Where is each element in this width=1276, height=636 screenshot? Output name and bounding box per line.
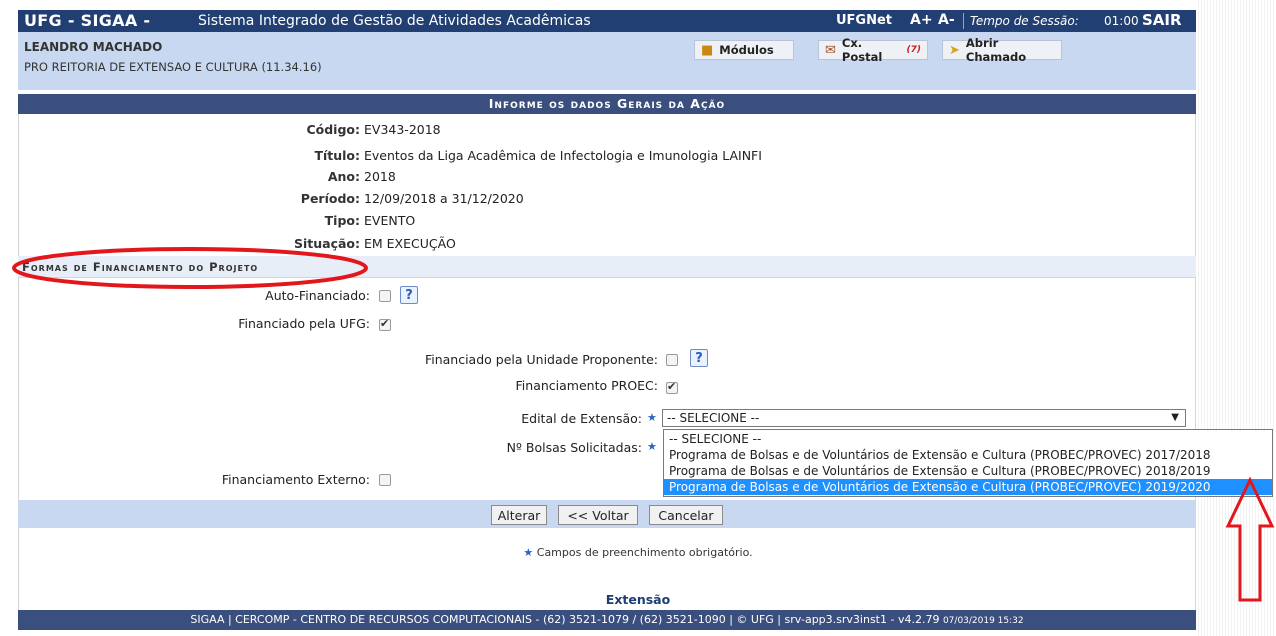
field-label-tipo: Tipo: [324,213,360,228]
user-unit: PRO REITORIA DE EXTENSAO E CULTURA (11.3… [24,60,322,74]
font-decrease-button[interactable]: A- [938,12,955,28]
unit-funded-checkbox[interactable] [666,354,678,366]
mailbox-label: Cx. Postal [841,36,883,64]
field-value-tipo: EVENTO [364,213,416,228]
modules-label: Módulos [719,43,774,57]
field-label-ano: Ano: [327,169,360,184]
edital-label: Edital de Extensão: [521,411,642,426]
external-funding-checkbox[interactable] [379,474,391,486]
self-funded-checkbox[interactable] [379,290,391,302]
button-bar: Alterar << Voltar Cancelar [18,500,1196,528]
annotation-arrow-icon [1225,476,1275,602]
user-info-panel: LEANDRO MACHADO PRO REITORIA DE EXTENSAO… [18,32,1196,90]
dropdown-option[interactable]: -- SELECIONE -- [664,431,1272,447]
field-label-codigo: Código: [306,122,360,137]
unit-funded-label: Financiado pela Unidade Proponente: [424,352,658,367]
footer-text: SIGAA | CERCOMP - CENTRO DE RECURSOS COM… [190,613,940,626]
edital-select-value: -- SELECIONE -- [667,411,760,425]
required-star-icon: ★ [647,440,657,453]
annotation-arrow-shape [1225,476,1275,602]
edital-dropdown-list[interactable]: -- SELECIONE -- Programa de Bolsas e de … [663,429,1273,497]
ufg-funded-label: Financiado pela UFG: [238,316,370,331]
dropdown-option[interactable]: Programa de Bolsas e de Voluntários de E… [664,447,1272,463]
modules-icon: ■ [701,42,714,58]
session-label: Tempo de Sessão: [970,14,1079,28]
ufg-funded-checkbox[interactable] [379,317,391,331]
form-section-header: Informe os dados Gerais da Ação [18,94,1196,114]
ticket-label: Abrir Chamado [965,36,1027,64]
app-logo-text: UFG - SIGAA - [24,11,151,30]
alterar-button[interactable]: Alterar [491,505,547,525]
annotation-ellipse-shape [12,247,368,289]
help-icon[interactable]: ? [690,349,708,367]
chevron-down-icon: ▼ [1171,412,1179,423]
field-label-titulo: Título: [314,148,360,163]
dropdown-option-highlighted[interactable]: Programa de Bolsas e de Voluntários de E… [664,479,1272,495]
user-name: LEANDRO MACHADO [24,40,163,54]
field-label-periodo: Período: [300,191,360,206]
voltar-button[interactable]: << Voltar [558,505,638,525]
required-star-icon: ★ [647,411,657,424]
ticket-icon: ➤ [949,42,960,58]
ufgnet-link[interactable]: UFGNet [836,13,892,28]
field-value-titulo: Eventos da Liga Acadêmica de Infectologi… [364,148,762,163]
external-funding-label: Financiamento Externo: [221,472,370,487]
dropdown-option[interactable]: Programa de Bolsas e de Voluntários de E… [664,463,1272,479]
annotation-ellipse [12,247,368,289]
modules-button[interactable]: ■ Módulos [694,40,794,60]
font-increase-button[interactable]: A+ [910,12,933,28]
proec-checkbox[interactable] [666,380,678,394]
self-funded-label: Auto-Financiado: [265,288,370,303]
top-bar: UFG - SIGAA - Sistema Integrado de Gestã… [18,10,1196,32]
required-star-icon: ★ [523,546,534,559]
proec-label: Financiamento PROEC: [515,378,658,393]
field-value-situacao: EM EXECUÇÃO [364,236,456,251]
required-note: ★ Campos de preenchimento obrigatório. [0,546,1276,559]
field-value-codigo: EV343-2018 [364,122,441,137]
session-timer: 01:00 [1104,14,1139,28]
open-ticket-button[interactable]: ➤ Abrir Chamado [942,36,1062,64]
edital-select[interactable]: -- SELECIONE -- ▼ [662,409,1186,427]
system-name: Sistema Integrado de Gestão de Atividade… [198,13,591,29]
footer-timestamp: 07/03/2019 15:32 [942,616,1024,626]
module-name: Extensão [605,592,671,607]
cancelar-button[interactable]: Cancelar [649,505,723,525]
footer: SIGAA | CERCOMP - CENTRO DE RECURSOS COM… [18,610,1196,630]
logout-button[interactable]: SAIR [1142,11,1182,29]
help-icon[interactable]: ? [400,286,418,304]
field-value-ano: 2018 [364,169,396,184]
mailbox-button[interactable]: ✉ Cx. Postal (7) [818,36,928,64]
mailbox-icon: ✉ [825,42,836,58]
field-value-periodo: 12/09/2018 a 31/12/2020 [364,191,524,206]
required-note-text: Campos de preenchimento obrigatório. [536,546,753,559]
divider [963,13,964,29]
bolsas-label: Nº Bolsas Solicitadas: [506,440,642,455]
mailbox-count: (7) [906,45,922,55]
